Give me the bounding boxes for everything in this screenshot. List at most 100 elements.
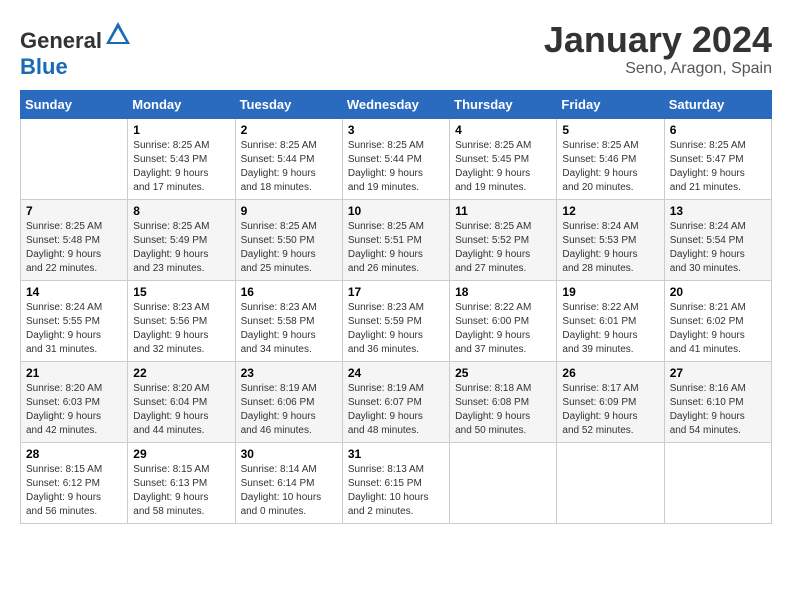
calendar-cell: 26Sunrise: 8:17 AMSunset: 6:09 PMDayligh… [557,362,664,443]
calendar-cell: 20Sunrise: 8:21 AMSunset: 6:02 PMDayligh… [664,281,771,362]
day-number: 25 [455,366,551,380]
day-number: 7 [26,204,122,218]
weekday-header-row: SundayMondayTuesdayWednesdayThursdayFrid… [21,91,772,119]
day-info: Sunrise: 8:24 AMSunset: 5:55 PMDaylight:… [26,301,122,357]
day-info: Sunrise: 8:20 AMSunset: 6:04 PMDaylight:… [133,382,229,438]
calendar-cell: 5 Sunrise: 8:25 AMSunset: 5:46 PMDaylight… [557,119,664,200]
day-number: 21 [26,366,122,380]
calendar-cell: 12Sunrise: 8:24 AMSunset: 5:53 PMDayligh… [557,200,664,281]
calendar-cell [21,119,128,200]
calendar-cell: 30 Sunrise: 8:14 AMSunset: 6:14 PMDayligh… [235,443,342,524]
day-number: 3 [348,123,444,137]
day-number: 22 [133,366,229,380]
day-info: Sunrise: 8:24 AMSunset: 5:53 PMDaylight:… [562,220,658,276]
day-info: Sunrise: 8:25 AMSunset: 5:49 PMDaylight:… [133,220,229,276]
page-header: General Blue January 2024 Seno, Aragon, … [20,20,772,80]
day-info: Sunrise: 8:25 AMSunset: 5:48 PMDaylight:… [26,220,122,276]
day-info: Sunrise: 8:24 AMSunset: 5:54 PMDaylight:… [670,220,766,276]
day-number: 17 [348,285,444,299]
calendar-cell [450,443,557,524]
day-info: Sunrise: 8:20 AMSunset: 6:03 PMDaylight:… [26,382,122,438]
calendar-cell: 15 Sunrise: 8:23 AMSunset: 5:56 PMDayligh… [128,281,235,362]
day-number: 31 [348,447,444,461]
day-info: Sunrise: 8:16 AMSunset: 6:10 PMDaylight:… [670,382,766,438]
title-block: January 2024 Seno, Aragon, Spain [544,20,772,78]
calendar-cell: 31 Sunrise: 8:13 AMSunset: 6:15 PMDayligh… [342,443,449,524]
day-info: Sunrise: 8:25 AMSunset: 5:44 PMDaylight:… [241,139,337,195]
day-number: 30 [241,447,337,461]
day-info: Sunrise: 8:22 AMSunset: 6:00 PMDaylight:… [455,301,551,357]
calendar-week-row: 7 Sunrise: 8:25 AMSunset: 5:48 PMDaylight… [21,200,772,281]
calendar-cell: 27 Sunrise: 8:16 AMSunset: 6:10 PMDayligh… [664,362,771,443]
calendar-cell: 9Sunrise: 8:25 AMSunset: 5:50 PMDaylight… [235,200,342,281]
calendar-cell: 28 Sunrise: 8:15 AMSunset: 6:12 PMDayligh… [21,443,128,524]
calendar-cell: 11 Sunrise: 8:25 AMSunset: 5:52 PMDayligh… [450,200,557,281]
calendar-cell: 2 Sunrise: 8:25 AMSunset: 5:44 PMDaylight… [235,119,342,200]
calendar-week-row: 21 Sunrise: 8:20 AMSunset: 6:03 PMDayligh… [21,362,772,443]
day-info: Sunrise: 8:25 AMSunset: 5:46 PMDaylight:… [562,139,658,195]
calendar-cell: 10Sunrise: 8:25 AMSunset: 5:51 PMDayligh… [342,200,449,281]
calendar-title: January 2024 [544,20,772,60]
calendar-week-row: 1Sunrise: 8:25 AMSunset: 5:43 PMDaylight… [21,119,772,200]
logo-icon [104,20,132,48]
weekday-header-cell: Sunday [21,91,128,119]
day-number: 28 [26,447,122,461]
calendar-week-row: 28 Sunrise: 8:15 AMSunset: 6:12 PMDayligh… [21,443,772,524]
calendar-cell: 14 Sunrise: 8:24 AMSunset: 5:55 PMDayligh… [21,281,128,362]
day-info: Sunrise: 8:13 AMSunset: 6:15 PMDaylight:… [348,463,444,519]
day-number: 6 [670,123,766,137]
day-info: Sunrise: 8:22 AMSunset: 6:01 PMDaylight:… [562,301,658,357]
day-number: 27 [670,366,766,380]
logo-text: General Blue [20,20,132,80]
calendar-table: SundayMondayTuesdayWednesdayThursdayFrid… [20,90,772,524]
calendar-cell: 29 Sunrise: 8:15 AMSunset: 6:13 PMDayligh… [128,443,235,524]
calendar-cell: 8Sunrise: 8:25 AMSunset: 5:49 PMDaylight… [128,200,235,281]
day-number: 19 [562,285,658,299]
day-number: 23 [241,366,337,380]
weekday-header-cell: Monday [128,91,235,119]
day-number: 13 [670,204,766,218]
weekday-header-cell: Wednesday [342,91,449,119]
calendar-cell: 7 Sunrise: 8:25 AMSunset: 5:48 PMDaylight… [21,200,128,281]
weekday-header-cell: Saturday [664,91,771,119]
calendar-cell: 13 Sunrise: 8:24 AMSunset: 5:54 PMDayligh… [664,200,771,281]
weekday-header-cell: Thursday [450,91,557,119]
day-number: 16 [241,285,337,299]
day-number: 24 [348,366,444,380]
day-info: Sunrise: 8:15 AMSunset: 6:13 PMDaylight:… [133,463,229,519]
day-info: Sunrise: 8:25 AMSunset: 5:47 PMDaylight:… [670,139,766,195]
day-info: Sunrise: 8:25 AMSunset: 5:52 PMDaylight:… [455,220,551,276]
day-info: Sunrise: 8:19 AMSunset: 6:07 PMDaylight:… [348,382,444,438]
calendar-cell: 21 Sunrise: 8:20 AMSunset: 6:03 PMDayligh… [21,362,128,443]
day-number: 18 [455,285,551,299]
day-info: Sunrise: 8:23 AMSunset: 5:59 PMDaylight:… [348,301,444,357]
calendar-body: 1Sunrise: 8:25 AMSunset: 5:43 PMDaylight… [21,119,772,524]
calendar-cell: 25 Sunrise: 8:18 AMSunset: 6:08 PMDayligh… [450,362,557,443]
day-info: Sunrise: 8:15 AMSunset: 6:12 PMDaylight:… [26,463,122,519]
day-number: 20 [670,285,766,299]
day-number: 29 [133,447,229,461]
day-number: 14 [26,285,122,299]
day-number: 15 [133,285,229,299]
day-number: 26 [562,366,658,380]
logo-general: General [20,28,102,53]
day-info: Sunrise: 8:14 AMSunset: 6:14 PMDaylight:… [241,463,337,519]
day-number: 11 [455,204,551,218]
weekday-header-cell: Friday [557,91,664,119]
calendar-cell: 23 Sunrise: 8:19 AMSunset: 6:06 PMDayligh… [235,362,342,443]
day-info: Sunrise: 8:25 AMSunset: 5:45 PMDaylight:… [455,139,551,195]
day-number: 5 [562,123,658,137]
day-info: Sunrise: 8:23 AMSunset: 5:56 PMDaylight:… [133,301,229,357]
calendar-cell: 24 Sunrise: 8:19 AMSunset: 6:07 PMDayligh… [342,362,449,443]
day-number: 2 [241,123,337,137]
calendar-cell: 22 Sunrise: 8:20 AMSunset: 6:04 PMDayligh… [128,362,235,443]
calendar-cell [557,443,664,524]
day-info: Sunrise: 8:18 AMSunset: 6:08 PMDaylight:… [455,382,551,438]
calendar-week-row: 14 Sunrise: 8:24 AMSunset: 5:55 PMDayligh… [21,281,772,362]
day-number: 4 [455,123,551,137]
day-info: Sunrise: 8:25 AMSunset: 5:43 PMDaylight:… [133,139,229,195]
calendar-cell: 19 Sunrise: 8:22 AMSunset: 6:01 PMDayligh… [557,281,664,362]
day-info: Sunrise: 8:25 AMSunset: 5:50 PMDaylight:… [241,220,337,276]
calendar-cell: 3Sunrise: 8:25 AMSunset: 5:44 PMDaylight… [342,119,449,200]
day-info: Sunrise: 8:19 AMSunset: 6:06 PMDaylight:… [241,382,337,438]
